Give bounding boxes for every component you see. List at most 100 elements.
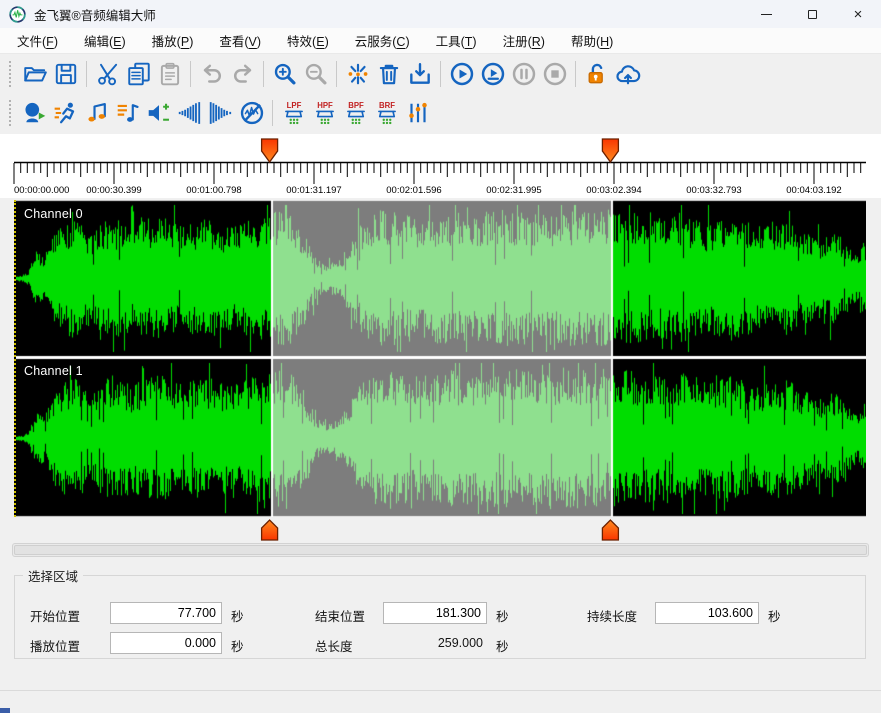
ruler-time-label: 00:02:01.596	[386, 185, 441, 196]
menu-item-t[interactable]: 工具(T)	[423, 27, 490, 54]
selection-start-marker-bottom[interactable]	[262, 520, 278, 540]
duration-input[interactable]	[655, 602, 759, 624]
menu-item-v[interactable]: 查看(V)	[206, 27, 274, 54]
statusbar	[0, 691, 881, 713]
statusbar-accent	[0, 708, 10, 713]
waveform-canvas[interactable]	[16, 200, 866, 517]
hpf-filter-icon: HPF	[312, 100, 338, 126]
maximize-button[interactable]	[789, 0, 835, 28]
fade-in-button[interactable]	[174, 97, 205, 129]
end-position-unit: 秒	[496, 606, 509, 625]
tempo-change-button[interactable]	[50, 97, 81, 129]
undo-icon	[199, 61, 225, 87]
cut-button[interactable]	[92, 58, 123, 90]
volume-adjust-button[interactable]	[143, 97, 174, 129]
zoom-out-icon	[303, 61, 329, 87]
toolbar-separator	[575, 61, 576, 87]
brf-filter-icon: BRF	[374, 100, 400, 126]
delete-icon	[376, 61, 402, 87]
paste-icon	[157, 61, 183, 87]
selection-end-marker-bottom[interactable]	[602, 520, 618, 540]
redo-icon	[230, 61, 256, 87]
menu-item-e[interactable]: 特效(E)	[274, 27, 342, 54]
brf-filter-button[interactable]: BRF	[371, 97, 402, 129]
selection-start-marker-top[interactable]	[262, 139, 278, 162]
import-audio-icon	[407, 61, 433, 87]
unlock-button[interactable]	[581, 58, 612, 90]
total-length-unit: 秒	[496, 636, 509, 655]
stop-button	[539, 58, 570, 90]
horizontal-scrollbar[interactable]	[12, 543, 869, 557]
waveform-display[interactable]: Channel 0 Channel 1	[14, 200, 866, 517]
hpf-filter-button[interactable]: HPF	[309, 97, 340, 129]
denoise-icon	[239, 100, 265, 126]
end-position-input[interactable]	[383, 602, 487, 624]
unlock-icon	[584, 61, 610, 87]
window-title: 金飞翼®音频编辑大师	[34, 5, 156, 24]
play-position-input[interactable]	[110, 632, 222, 654]
selection-panel-legend: 选择区域	[23, 566, 83, 585]
play-position-unit: 秒	[231, 636, 244, 655]
menu-item-p[interactable]: 播放(P)	[139, 27, 207, 54]
bottom-markers-svg	[0, 519, 881, 543]
tempo-change-icon	[53, 100, 79, 126]
play-button[interactable]	[446, 58, 477, 90]
volume-adjust-icon	[146, 100, 172, 126]
bpf-filter-button[interactable]: BPF	[340, 97, 371, 129]
ruler-time-label: 00:01:31.197	[286, 185, 341, 196]
lpf-filter-button[interactable]: LPF	[278, 97, 309, 129]
selection-panel: 选择区域 开始位置 秒 结束位置 秒 持续长度 秒 播放位置 秒 总长度 259…	[14, 566, 866, 659]
menu-item-f[interactable]: 文件(F)	[4, 27, 71, 54]
ruler-svg: 00:00:00.00000:00:30.39900:01:00.79800:0…	[0, 134, 881, 198]
ruler-time-label: 00:00:30.399	[86, 185, 141, 196]
bottom-marker-strip	[0, 519, 881, 543]
fade-in-icon	[177, 100, 203, 126]
play-selection-button[interactable]	[477, 58, 508, 90]
import-audio-button[interactable]	[404, 58, 435, 90]
end-position-label: 结束位置	[315, 606, 365, 625]
svg-text:LPF: LPF	[286, 101, 301, 110]
mix-audio-button[interactable]	[342, 58, 373, 90]
menu-item-e[interactable]: 编辑(E)	[71, 27, 139, 54]
redo-button	[227, 58, 258, 90]
minimize-button[interactable]	[743, 0, 789, 28]
svg-text:HPF: HPF	[317, 101, 333, 110]
menu-item-c[interactable]: 云服务(C)	[342, 27, 423, 54]
delete-button[interactable]	[373, 58, 404, 90]
denoise-button[interactable]	[236, 97, 267, 129]
cloud-upload-button[interactable]	[612, 58, 643, 90]
duration-unit: 秒	[768, 606, 781, 625]
audio-list-icon	[115, 100, 141, 126]
audio-list-button[interactable]	[112, 97, 143, 129]
toolbar-separator	[263, 61, 264, 87]
channel-0-label: Channel 0	[24, 207, 83, 221]
selection-end-marker-top[interactable]	[602, 139, 618, 162]
timeline-ruler[interactable]: 00:00:00.00000:00:30.39900:01:00.79800:0…	[0, 134, 881, 198]
toolbar-separator	[86, 61, 87, 87]
zoom-in-icon	[272, 61, 298, 87]
toolbar-separator	[336, 61, 337, 87]
ruler-time-label: 00:01:00.798	[186, 185, 241, 196]
copy-icon	[126, 61, 152, 87]
equalizer-button[interactable]	[402, 97, 433, 129]
menu-item-r[interactable]: 注册(R)	[490, 27, 558, 54]
titlebar: 金飞翼®音频编辑大师 ×	[0, 0, 881, 28]
menu-item-h[interactable]: 帮助(H)	[558, 27, 626, 54]
start-position-input[interactable]	[110, 602, 222, 624]
undo-button	[196, 58, 227, 90]
zoom-in-button[interactable]	[269, 58, 300, 90]
scrollbar-thumb[interactable]	[14, 545, 867, 555]
ruler-time-label: 00:04:03.192	[786, 185, 841, 196]
close-button[interactable]: ×	[835, 0, 881, 28]
open-file-icon	[22, 61, 48, 87]
fade-out-button[interactable]	[205, 97, 236, 129]
copy-button[interactable]	[123, 58, 154, 90]
pitch-change-button[interactable]	[81, 97, 112, 129]
zoom-out-button	[300, 58, 331, 90]
open-file-button[interactable]	[19, 58, 50, 90]
ruler-time-label: 00:02:31.995	[486, 185, 541, 196]
voice-effect-button[interactable]	[19, 97, 50, 129]
save-file-button[interactable]	[50, 58, 81, 90]
voice-effect-icon	[22, 100, 48, 126]
fade-out-icon	[208, 100, 234, 126]
